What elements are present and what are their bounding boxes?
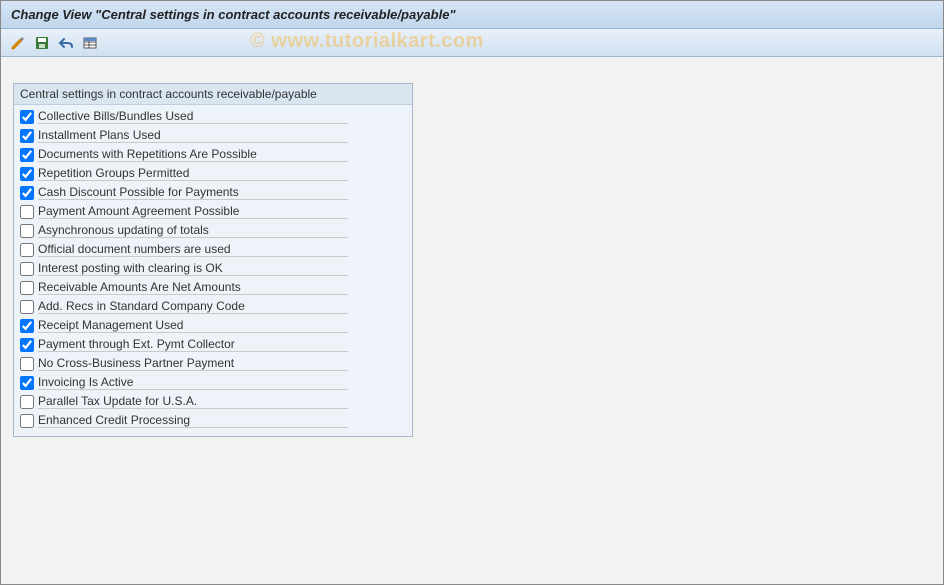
checkbox-15[interactable] [20, 395, 34, 409]
check-row: Receivable Amounts Are Net Amounts [18, 278, 408, 297]
window-title: Change View "Central settings in contrac… [1, 1, 943, 29]
checkbox-5[interactable] [20, 205, 34, 219]
check-row: No Cross-Business Partner Payment [18, 354, 408, 373]
checkbox-label: No Cross-Business Partner Payment [38, 356, 348, 371]
table-icon [82, 35, 98, 51]
checkbox-label-text: Parallel Tax Update for U.S.A. [38, 394, 348, 409]
checkbox-label-text: Collective Bills/Bundles Used [38, 109, 348, 124]
checkbox-label: Payment Amount Agreement Possible [38, 204, 348, 219]
check-row: Add. Recs in Standard Company Code [18, 297, 408, 316]
check-row: Interest posting with clearing is OK [18, 259, 408, 278]
checkbox-6[interactable] [20, 224, 34, 238]
check-row: Collective Bills/Bundles Used [18, 107, 408, 126]
table-settings-button[interactable] [81, 34, 99, 52]
checkbox-label: Collective Bills/Bundles Used [38, 109, 348, 124]
checkbox-label: Asynchronous updating of totals [38, 223, 348, 238]
check-row: Receipt Management Used [18, 316, 408, 335]
checkbox-label-text: Receipt Management Used [38, 318, 348, 333]
pencil-icon [10, 35, 26, 51]
check-row: Documents with Repetitions Are Possible [18, 145, 408, 164]
content-area: Central settings in contract accounts re… [1, 57, 943, 463]
checkbox-label: Installment Plans Used [38, 128, 348, 143]
checkbox-label-text: No Cross-Business Partner Payment [38, 356, 348, 371]
window-title-text: Change View "Central settings in contrac… [11, 7, 456, 22]
checkbox-label-text: Repetition Groups Permitted [38, 166, 348, 181]
checkbox-10[interactable] [20, 300, 34, 314]
checkbox-16[interactable] [20, 414, 34, 428]
change-display-button[interactable] [9, 34, 27, 52]
checkbox-label-text: Payment Amount Agreement Possible [38, 204, 348, 219]
check-row: Enhanced Credit Processing [18, 411, 408, 430]
checkbox-label: Official document numbers are used [38, 242, 348, 257]
check-row: Repetition Groups Permitted [18, 164, 408, 183]
checkbox-2[interactable] [20, 148, 34, 162]
check-row: Cash Discount Possible for Payments [18, 183, 408, 202]
checkbox-label-text: Enhanced Credit Processing [38, 413, 348, 428]
checkbox-label-text: Documents with Repetitions Are Possible [38, 147, 348, 162]
checkbox-label: Documents with Repetitions Are Possible [38, 147, 348, 162]
check-row: Payment through Ext. Pymt Collector [18, 335, 408, 354]
checkbox-label: Interest posting with clearing is OK [38, 261, 348, 276]
checkbox-label: Repetition Groups Permitted [38, 166, 348, 181]
checkbox-label: Invoicing Is Active [38, 375, 348, 390]
checkbox-13[interactable] [20, 357, 34, 371]
check-row: Installment Plans Used [18, 126, 408, 145]
checkbox-11[interactable] [20, 319, 34, 333]
checkbox-label-text: Payment through Ext. Pymt Collector [38, 337, 348, 352]
checkbox-0[interactable] [20, 110, 34, 124]
checkbox-8[interactable] [20, 262, 34, 276]
checkbox-9[interactable] [20, 281, 34, 295]
checkbox-label: Receivable Amounts Are Net Amounts [38, 280, 348, 295]
checkbox-label: Parallel Tax Update for U.S.A. [38, 394, 348, 409]
checkbox-label-text: Asynchronous updating of totals [38, 223, 348, 238]
checkbox-label: Receipt Management Used [38, 318, 348, 333]
undo-icon [58, 35, 74, 51]
check-row: Payment Amount Agreement Possible [18, 202, 408, 221]
checkbox-label: Enhanced Credit Processing [38, 413, 348, 428]
check-row: Invoicing Is Active [18, 373, 408, 392]
groupbox-title: Central settings in contract accounts re… [14, 84, 412, 105]
check-row: Parallel Tax Update for U.S.A. [18, 392, 408, 411]
checkbox-1[interactable] [20, 129, 34, 143]
check-row: Official document numbers are used [18, 240, 408, 259]
checkbox-label-text: Receivable Amounts Are Net Amounts [38, 280, 348, 295]
toolbar [1, 29, 943, 57]
checkbox-label: Payment through Ext. Pymt Collector [38, 337, 348, 352]
save-button[interactable] [33, 34, 51, 52]
checkbox-label-text: Add. Recs in Standard Company Code [38, 299, 348, 314]
checkbox-3[interactable] [20, 167, 34, 181]
undo-button[interactable] [57, 34, 75, 52]
checkbox-4[interactable] [20, 186, 34, 200]
checkbox-12[interactable] [20, 338, 34, 352]
checkbox-label-text: Interest posting with clearing is OK [38, 261, 348, 276]
checkbox-label: Cash Discount Possible for Payments [38, 185, 348, 200]
checkbox-label-text: Installment Plans Used [38, 128, 348, 143]
checklist: Collective Bills/Bundles Used Installment… [14, 105, 412, 436]
checkbox-label: Add. Recs in Standard Company Code [38, 299, 348, 314]
central-settings-groupbox: Central settings in contract accounts re… [13, 83, 413, 437]
checkbox-14[interactable] [20, 376, 34, 390]
save-icon [34, 35, 50, 51]
checkbox-label-text: Cash Discount Possible for Payments [38, 185, 348, 200]
checkbox-label-text: Invoicing Is Active [38, 375, 348, 390]
check-row: Asynchronous updating of totals [18, 221, 408, 240]
checkbox-7[interactable] [20, 243, 34, 257]
checkbox-label-text: Official document numbers are used [38, 242, 348, 257]
